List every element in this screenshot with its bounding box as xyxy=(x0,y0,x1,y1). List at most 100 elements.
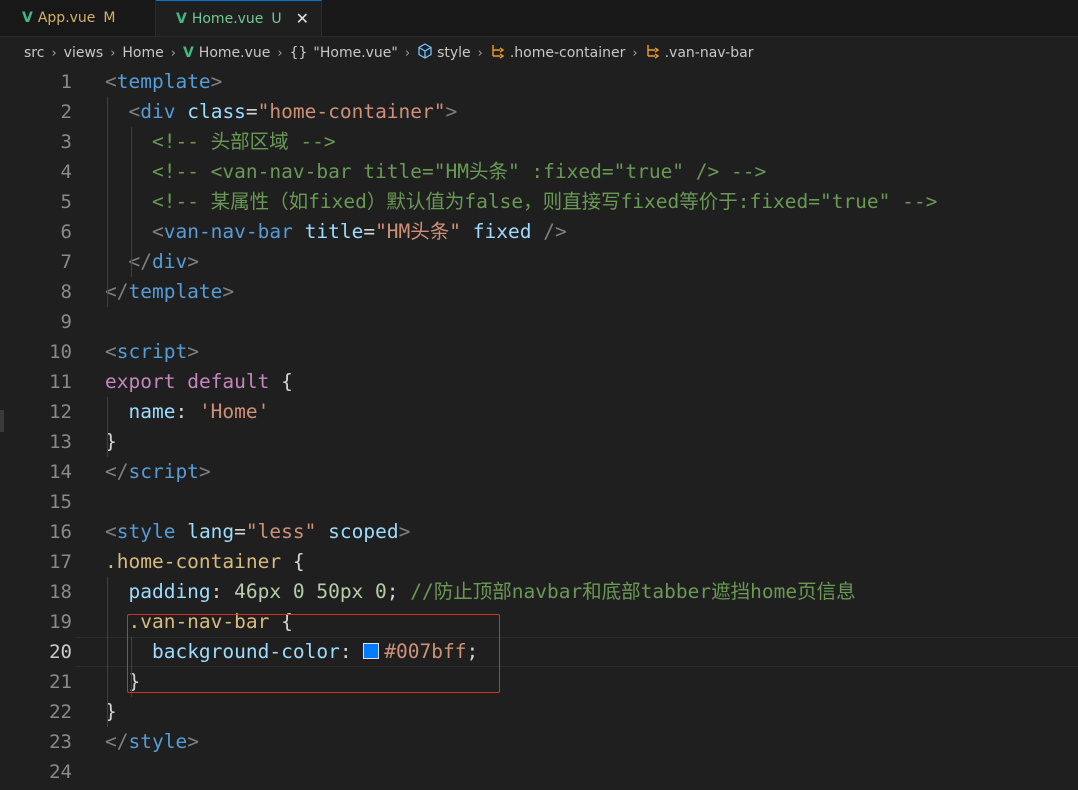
chevron-right-icon: › xyxy=(404,45,411,61)
code-line[interactable]: 3 <!-- 头部区域 --> xyxy=(0,127,1078,157)
code-text: name: 'Home' xyxy=(105,397,269,427)
token: : xyxy=(175,400,199,423)
token: </ xyxy=(105,280,129,303)
token: .home-container xyxy=(105,550,282,573)
token: export xyxy=(105,370,176,393)
token: <!-- 某属性（如fixed）默认值为false，则直接写fixed等价于:f… xyxy=(151,190,938,213)
token: > xyxy=(187,730,199,753)
indent-guide xyxy=(107,577,108,727)
close-icon[interactable]: ✕ xyxy=(296,9,309,28)
breadcrumb-module-label: "Home.vue" xyxy=(313,45,398,61)
breadcrumb-file-label: Home.vue xyxy=(198,45,271,61)
breadcrumb-file[interactable]: V Home.vue xyxy=(183,45,270,61)
code-text: <!-- <van-nav-bar title="HM头条" :fixed="t… xyxy=(105,157,766,187)
code-text: </div> xyxy=(105,247,198,277)
tab-app-vue[interactable]: V App.vue M xyxy=(0,0,156,36)
indent-guide xyxy=(131,127,132,277)
token: /> xyxy=(543,220,567,243)
breadcrumb-home-container-label: .home-container xyxy=(509,45,626,61)
breadcrumb-van-nav-bar[interactable]: .van-nav-bar xyxy=(645,43,754,63)
token: div xyxy=(140,100,176,123)
tab-label: App.vue xyxy=(37,10,96,26)
token: 46px 0 50px 0 xyxy=(234,580,387,603)
breadcrumb-src[interactable]: src xyxy=(24,45,44,61)
breadcrumb-van-nav-bar-label: .van-nav-bar xyxy=(664,45,754,61)
line-number: 7 xyxy=(60,251,72,273)
code-line[interactable]: 16 <style lang="less" scoped> xyxy=(0,517,1078,547)
breadcrumb-style[interactable]: style xyxy=(417,43,471,63)
token: template xyxy=(128,280,223,303)
code-line[interactable]: 12 name: 'Home' xyxy=(0,397,1078,427)
code-text: padding: 46px 0 50px 0; //防止顶部navbar和底部t… xyxy=(105,577,855,607)
code-line[interactable]: 14 </script> xyxy=(0,457,1078,487)
breadcrumb-style-label: style xyxy=(437,45,471,61)
token: div xyxy=(151,250,188,273)
breadcrumb-views[interactable]: views xyxy=(64,45,104,61)
line-number: 9 xyxy=(60,311,72,333)
token: = xyxy=(245,100,258,123)
code-line[interactable]: 10 <script> xyxy=(0,337,1078,367)
code-line[interactable]: 1 <template> xyxy=(0,67,1078,97)
line-number: 6 xyxy=(60,221,72,243)
chevron-right-icon: › xyxy=(110,45,116,61)
token: padding xyxy=(128,580,211,603)
code-line[interactable]: 13} xyxy=(0,427,1078,457)
chevron-right-icon: › xyxy=(51,45,57,61)
code-line[interactable]: 2 <div class="home-container"> xyxy=(0,97,1078,127)
breadcrumb: src › views › Home › V Home.vue › {} "Ho… xyxy=(0,37,1078,69)
breadcrumb-home-container[interactable]: .home-container xyxy=(490,43,626,63)
token: name xyxy=(128,400,176,423)
tab-home-vue[interactable]: V Home.vue U ✕ xyxy=(156,0,323,36)
code-line[interactable]: 22} xyxy=(0,697,1078,727)
token: "home-container" xyxy=(257,100,446,123)
code-line[interactable]: 23 </style> xyxy=(0,727,1078,757)
code-text: <template> xyxy=(105,67,222,97)
code-line[interactable]: 9 xyxy=(0,307,1078,337)
code-line[interactable]: 18 padding: 46px 0 50px 0; //防止顶部navbar和… xyxy=(0,577,1078,607)
code-text: <div class="home-container"> xyxy=(105,97,457,127)
token: > xyxy=(210,70,223,93)
chevron-right-icon: › xyxy=(277,45,283,61)
token: class xyxy=(187,100,246,123)
code-text: </template> xyxy=(105,277,234,307)
token: 'Home' xyxy=(198,400,270,423)
token: van-nav-bar xyxy=(163,220,293,243)
token: < xyxy=(105,340,117,363)
code-line[interactable]: 6 <van-nav-bar title="HM头条" fixed /> xyxy=(0,217,1078,247)
token: > xyxy=(398,520,411,543)
token: > xyxy=(445,100,458,123)
token: <!-- <van-nav-bar title="HM头条" :fixed="t… xyxy=(151,160,767,183)
token: script xyxy=(128,460,199,483)
code-line[interactable]: 8 </template> xyxy=(0,277,1078,307)
token: : xyxy=(210,580,235,603)
code-line[interactable]: 5 <!-- 某属性（如fixed）默认值为false，则直接写fixed等价于… xyxy=(0,187,1078,217)
chevron-right-icon: › xyxy=(632,45,638,61)
code-line[interactable]: 24 xyxy=(0,757,1078,787)
token: scoped xyxy=(328,520,399,543)
breadcrumb-module[interactable]: {} "Home.vue" xyxy=(290,45,398,61)
token: > xyxy=(222,280,235,303)
highlight-annotation-box xyxy=(127,614,500,693)
breadcrumb-home[interactable]: Home xyxy=(122,45,163,61)
line-number: 10 xyxy=(49,341,72,363)
code-line[interactable]: 17 .home-container { xyxy=(0,547,1078,577)
code-line[interactable]: 4 <!-- <van-nav-bar title="HM头条" :fixed=… xyxy=(0,157,1078,187)
token: style xyxy=(128,730,188,753)
token: { xyxy=(269,370,293,393)
code-text: </style> xyxy=(105,727,199,757)
tab-label: Home.vue xyxy=(191,10,264,27)
line-number: 18 xyxy=(49,581,72,603)
tab-status-untracked: U xyxy=(271,10,282,27)
code-line[interactable]: 15 xyxy=(0,487,1078,517)
line-number: 3 xyxy=(60,131,72,153)
code-line[interactable]: 7 </div> xyxy=(0,247,1078,277)
code-line[interactable]: 11 export default { xyxy=(0,367,1078,397)
line-number: 15 xyxy=(49,491,72,513)
code-text: <style lang="less" scoped> xyxy=(105,517,410,547)
